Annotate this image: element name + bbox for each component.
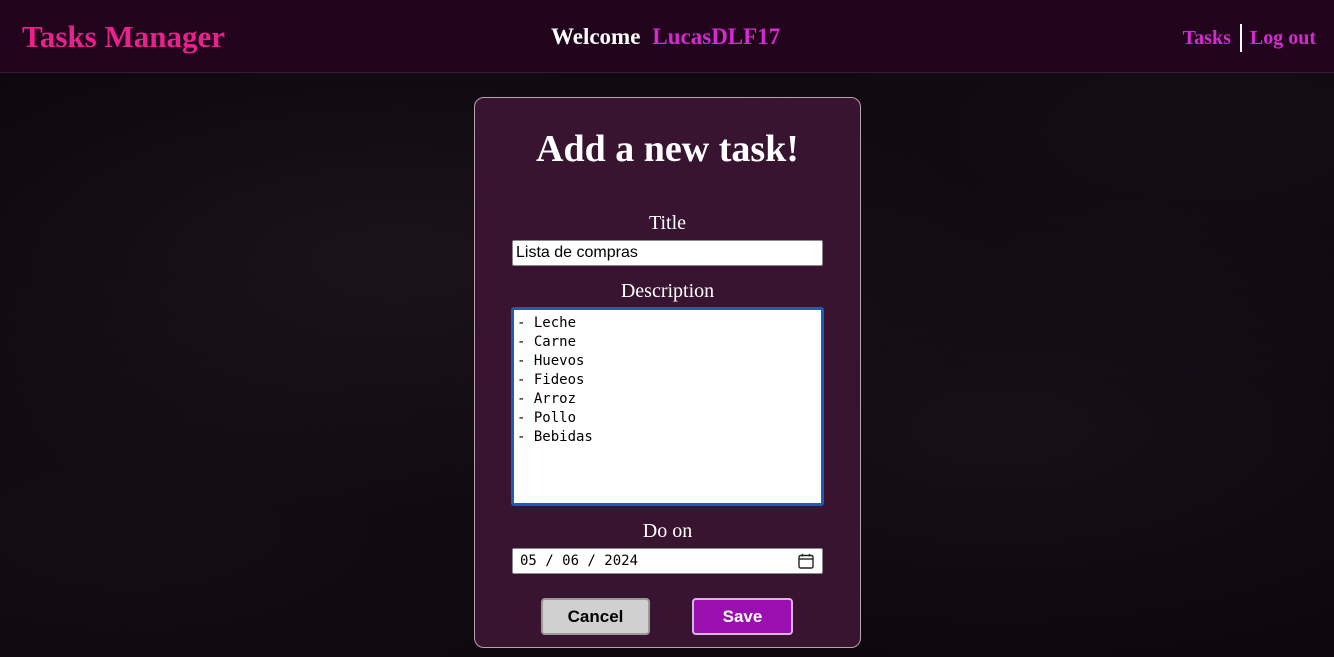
username: LucasDLF17	[652, 24, 781, 49]
form-heading: Add a new task!	[536, 128, 799, 170]
nav-links: Tasks Log out	[1183, 24, 1316, 52]
description-label: Description	[620, 280, 715, 302]
do-on-label: Do on	[642, 520, 693, 542]
cancel-button[interactable]: Cancel	[541, 598, 650, 635]
add-task-card: Add a new task! Title Description - Lech…	[474, 97, 861, 648]
nav-link-tasks[interactable]: Tasks	[1183, 25, 1231, 51]
save-button[interactable]: Save	[692, 598, 793, 635]
do-on-date-input[interactable]: 05 / 06 / 2024	[512, 548, 823, 574]
title-input[interactable]	[512, 240, 823, 266]
title-label: Title	[648, 212, 687, 234]
nav-divider	[1239, 24, 1242, 52]
calendar-icon[interactable]	[797, 552, 815, 570]
nav-link-logout[interactable]: Log out	[1250, 25, 1316, 51]
top-navbar: Tasks Manager Welcome LucasDLF17 Tasks Lo…	[0, 0, 1334, 73]
welcome-message: Welcome LucasDLF17	[551, 22, 780, 52]
welcome-label: Welcome	[551, 24, 641, 49]
app-brand: Tasks Manager	[22, 19, 225, 54]
date-value: 05 / 06 / 2024	[520, 553, 639, 569]
description-textarea[interactable]: - Leche - Carne - Huevos - Fideos - Arro…	[511, 307, 824, 506]
